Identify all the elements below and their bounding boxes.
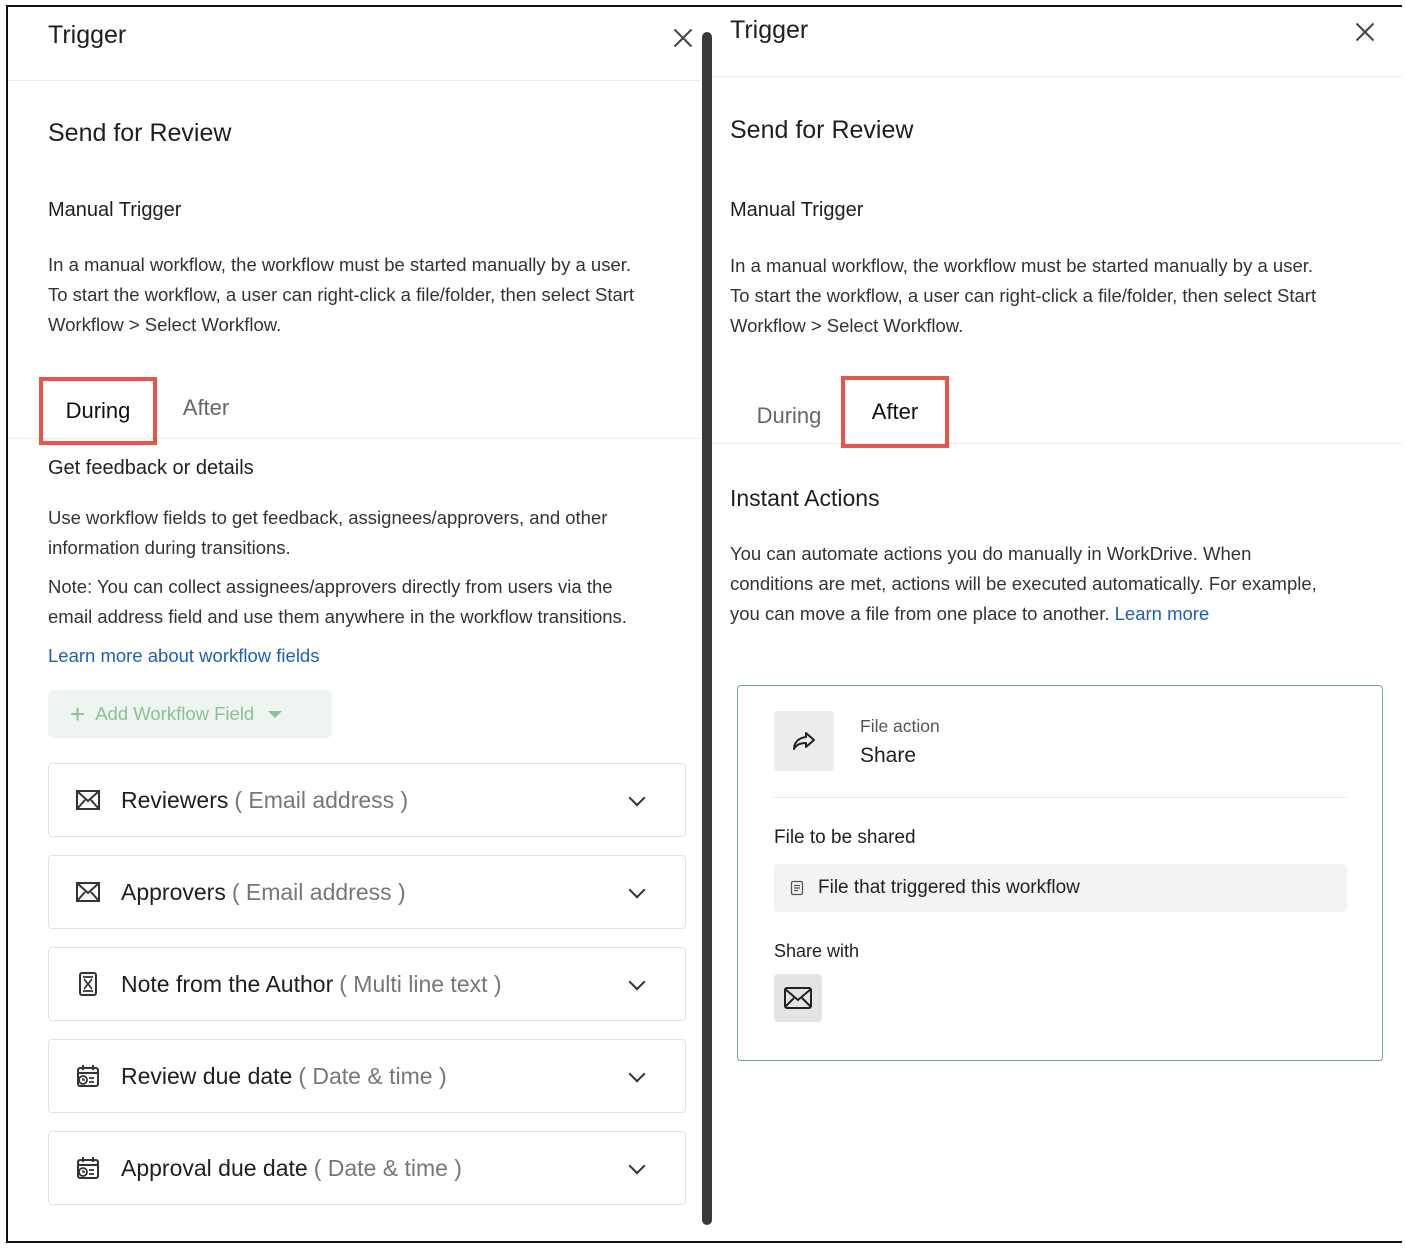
field-type: ( Multi line text ) (339, 970, 502, 997)
field-type: ( Email address ) (234, 786, 409, 813)
tab-during[interactable]: During (39, 377, 157, 445)
field-type: ( Date & time ) (298, 1062, 447, 1089)
panel-header: Trigger (8, 7, 700, 81)
section-description: Use workflow fields to get feedback, ass… (48, 503, 688, 563)
share-with-label: Share with (774, 941, 860, 961)
chevron-down-icon[interactable] (628, 973, 646, 991)
plus-icon: + (70, 699, 86, 729)
learn-more-workflow-fields-link[interactable]: Learn more about workflow fields (48, 641, 319, 671)
email-icon (75, 879, 101, 905)
trigger-panel-during: Trigger Send for Review Manual Trigger I… (8, 7, 700, 1241)
file-to-be-shared-label: File to be shared (774, 827, 916, 848)
panel-title: Trigger (730, 16, 809, 44)
calendar-clock-icon (75, 1063, 101, 1089)
card-divider (774, 797, 1346, 798)
email-icon (75, 787, 101, 813)
chevron-down-icon[interactable] (628, 789, 646, 807)
field-name: Review due date (121, 1062, 293, 1089)
trigger-description: In a manual workflow, the workflow must … (48, 250, 698, 340)
description-line-text: you can move a file from one place to an… (730, 603, 1110, 624)
screenshot-frame: Trigger Send for Review Manual Trigger I… (6, 5, 1402, 1243)
field-name: Reviewers (121, 786, 229, 813)
text-field-icon (75, 971, 101, 997)
field-type: ( Email address ) (231, 878, 406, 905)
tab-after[interactable]: After (841, 376, 949, 448)
description-line: To start the workflow, a user can right-… (730, 285, 1317, 306)
file-to-be-shared-value[interactable]: File that triggered this workflow (774, 864, 1347, 912)
tab-after[interactable]: After (166, 377, 246, 439)
description-line: In a manual workflow, the workflow must … (730, 255, 1314, 276)
description-line: Workflow > Select Workflow. (48, 314, 282, 335)
field-note-from-author[interactable]: Note from the Author ( Multi line text ) (48, 947, 686, 1021)
field-reviewers[interactable]: Reviewers ( Email address ) (48, 763, 686, 837)
action-category-label: File action (860, 716, 940, 736)
description-line: To start the workflow, a user can right-… (48, 284, 635, 305)
section-title: Get feedback or details (48, 457, 254, 479)
panel-header: Trigger (712, 7, 1402, 77)
document-icon (790, 880, 806, 896)
chevron-down-icon[interactable] (628, 1065, 646, 1083)
section-title: Instant Actions (730, 485, 880, 511)
description-line: Use workflow fields to get feedback, ass… (48, 507, 608, 528)
add-workflow-field-button[interactable]: + Add Workflow Field (48, 690, 332, 738)
action-name: Share (860, 744, 917, 767)
field-approvers[interactable]: Approvers ( Email address ) (48, 855, 686, 929)
note-line: Note: You can collect assignees/approver… (48, 576, 613, 597)
caret-down-icon (268, 710, 283, 718)
field-name: Approval due date (121, 1154, 308, 1181)
trigger-panel-after: Trigger Send for Review Manual Trigger I… (712, 7, 1402, 1241)
field-name: Note from the Author (121, 970, 334, 997)
share-arrow-icon (774, 711, 834, 771)
panel-title: Trigger (48, 21, 127, 49)
field-approval-due-date[interactable]: Approval due date ( Date & time ) (48, 1131, 686, 1205)
field-review-due-date[interactable]: Review due date ( Date & time ) (48, 1039, 686, 1113)
description-line: information during transitions. (48, 537, 291, 558)
email-icon[interactable] (774, 974, 822, 1022)
description-line: conditions are met, actions will be exec… (730, 573, 1317, 594)
chevron-down-icon[interactable] (628, 1157, 646, 1175)
trigger-description: In a manual workflow, the workflow must … (730, 251, 1390, 341)
file-value-text: File that triggered this workflow (818, 877, 1080, 898)
learn-more-link[interactable]: Learn more (1115, 603, 1210, 624)
workflow-name: Send for Review (730, 116, 914, 144)
description-line: Workflow > Select Workflow. (730, 315, 964, 336)
close-icon[interactable] (1354, 21, 1376, 43)
description-line: You can automate actions you do manually… (730, 543, 1252, 564)
trigger-type: Manual Trigger (48, 199, 182, 221)
file-action-card[interactable]: File action Share File to be shared File… (737, 685, 1383, 1061)
section-note: Note: You can collect assignees/approver… (48, 572, 698, 632)
field-name: Approvers (121, 878, 226, 905)
panel-divider (702, 32, 712, 1225)
tab-during[interactable]: During (734, 385, 844, 447)
tab-bar: During After (712, 376, 1402, 448)
workflow-name: Send for Review (48, 119, 232, 147)
description-line: you can move a file from one place to an… (730, 599, 1390, 629)
add-workflow-field-label: Add Workflow Field (95, 703, 255, 724)
calendar-clock-icon (75, 1155, 101, 1181)
chevron-down-icon[interactable] (628, 881, 646, 899)
description-line: In a manual workflow, the workflow must … (48, 254, 632, 275)
close-icon[interactable] (672, 27, 694, 49)
tab-bar: During After (8, 377, 700, 445)
note-line: email address field and use them anywher… (48, 606, 627, 627)
trigger-type: Manual Trigger (730, 199, 864, 221)
field-type: ( Date & time ) (313, 1154, 462, 1181)
section-description: You can automate actions you do manually… (730, 539, 1390, 629)
